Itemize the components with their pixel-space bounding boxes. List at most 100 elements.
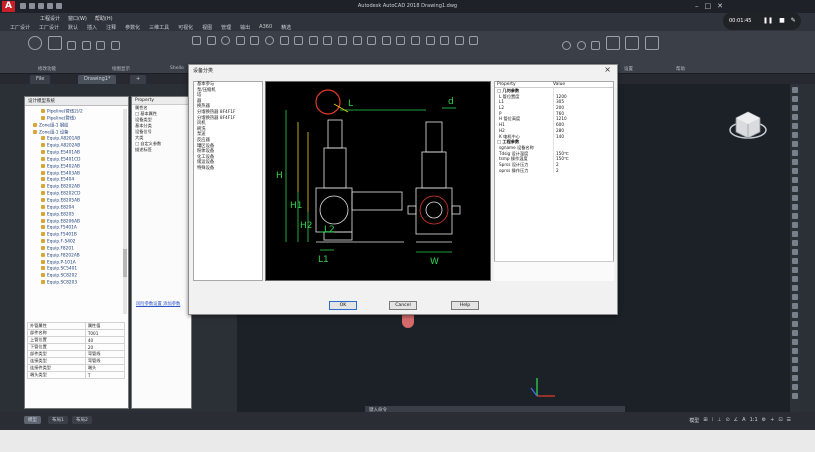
tree-item[interactable]: Equip.E8206AB bbox=[27, 218, 125, 226]
tree-item[interactable]: Equip.E5401CD bbox=[27, 156, 125, 164]
prop-value-cell[interactable]: 弯管线 bbox=[84, 350, 126, 358]
tool-icon[interactable] bbox=[206, 36, 216, 45]
layout-icon[interactable] bbox=[644, 36, 659, 50]
status-toggle[interactable]: 模型 bbox=[689, 417, 699, 424]
tool-icon[interactable] bbox=[792, 294, 798, 300]
scale-dropdown[interactable]: 1:1 bbox=[750, 417, 758, 424]
ribbon-tab[interactable]: 精选 bbox=[281, 24, 291, 31]
viewcube-icon[interactable] bbox=[728, 106, 768, 146]
tool-icon[interactable] bbox=[792, 132, 798, 138]
tab-layout2[interactable]: 布局2 bbox=[72, 416, 92, 424]
tool-icon[interactable] bbox=[792, 213, 798, 219]
tool-icon[interactable] bbox=[792, 339, 798, 345]
tree-item[interactable]: Equip.E8205AB bbox=[27, 197, 125, 205]
tab-file[interactable]: File bbox=[30, 75, 51, 84]
annotation-icon[interactable]: A bbox=[742, 417, 745, 424]
tool-icon[interactable] bbox=[792, 222, 798, 228]
pen-icon[interactable]: ✎ bbox=[791, 17, 796, 24]
tool-icon[interactable] bbox=[792, 276, 798, 282]
close-icon[interactable]: × bbox=[604, 65, 611, 74]
tool-icon[interactable] bbox=[192, 36, 201, 45]
tool-icon[interactable] bbox=[792, 267, 798, 273]
prop-value-cell[interactable]: 端头 bbox=[84, 364, 126, 372]
tool-icon[interactable] bbox=[352, 36, 362, 45]
tool-icon[interactable] bbox=[591, 41, 601, 50]
gear-icon[interactable]: ⚙ bbox=[762, 417, 766, 424]
tree-item[interactable]: Equip.E5404 bbox=[27, 177, 125, 184]
category-list-item[interactable]: 特殊设备 bbox=[194, 166, 262, 172]
ribbon-tab[interactable]: A360 bbox=[259, 24, 272, 31]
layout-icon[interactable] bbox=[605, 36, 620, 50]
category-list[interactable]: 基本参与 泵/压缩机塔器换热器 分馏换热器 8F4F1F 分馏换热器 8F4F1F 风机… bbox=[193, 81, 263, 281]
tool-icon[interactable] bbox=[792, 375, 798, 381]
tool-icon[interactable] bbox=[221, 36, 231, 45]
tree-item[interactable]: Equip.F8201 bbox=[27, 245, 125, 253]
tree-item[interactable]: Equip.E5401AB bbox=[27, 150, 125, 157]
tool-icon[interactable] bbox=[792, 303, 798, 309]
tool-icon[interactable] bbox=[792, 159, 798, 165]
tool-icon[interactable] bbox=[792, 285, 798, 291]
tree-item[interactable]: Equip.F8202AB bbox=[27, 252, 125, 260]
tool-icon[interactable] bbox=[792, 321, 798, 327]
tool-icon[interactable] bbox=[792, 141, 798, 147]
prop-value-cell[interactable]: 40 bbox=[84, 336, 126, 344]
circle-tool-icon[interactable] bbox=[28, 36, 42, 50]
ribbon-tab[interactable]: 管理 bbox=[221, 24, 231, 31]
ribbon-tab[interactable]: 插入 bbox=[87, 24, 97, 31]
tree-item[interactable]: Zone组-1 钢结 bbox=[27, 122, 125, 130]
tree-item[interactable]: Equip.A8202AB bbox=[27, 143, 125, 150]
tree-item[interactable]: Equip.E5403AB bbox=[27, 170, 125, 178]
tool-icon[interactable] bbox=[294, 36, 304, 45]
tool-icon[interactable] bbox=[279, 36, 289, 45]
prop-value-cell[interactable]: 属性值 bbox=[84, 322, 126, 330]
property-row[interactable]: 描述标签 bbox=[132, 147, 191, 153]
help-button[interactable]: Help bbox=[451, 301, 479, 310]
tool-icon[interactable] bbox=[440, 36, 450, 45]
tree-item[interactable]: Equip.E8205 bbox=[27, 211, 125, 219]
ribbon-tab[interactable]: 注释 bbox=[106, 24, 116, 31]
menu-item[interactable]: 窗口(W) bbox=[68, 15, 87, 22]
tool-icon[interactable] bbox=[792, 114, 798, 120]
grid-icon[interactable]: ⊞ bbox=[703, 417, 707, 424]
tree-item[interactable]: Zone组-1 设备 bbox=[27, 129, 125, 137]
ortho-icon[interactable]: ⊥ bbox=[717, 417, 721, 424]
tree-item[interactable]: Equip.F-5402 bbox=[27, 239, 125, 246]
ribbon-tab[interactable]: 工厂设计 bbox=[39, 24, 59, 31]
tool-icon[interactable] bbox=[792, 168, 798, 174]
prop-value-cell[interactable]: T001 bbox=[84, 329, 126, 337]
pause-icon[interactable]: ❚❚ bbox=[763, 17, 773, 24]
tool-icon[interactable] bbox=[792, 123, 798, 129]
tool-icon[interactable] bbox=[425, 36, 435, 45]
tool-icon[interactable] bbox=[792, 393, 798, 399]
prop-value-cell[interactable]: 20 bbox=[84, 343, 126, 351]
ribbon-tab[interactable]: 工厂设计 bbox=[10, 24, 30, 31]
add-parameter-link[interactable]: 风险参数设置 添加参数 bbox=[136, 301, 180, 307]
scrollbar-thumb[interactable] bbox=[123, 249, 127, 277]
tool-icon[interactable] bbox=[792, 186, 798, 192]
gear-icon[interactable] bbox=[576, 41, 586, 50]
gear-icon[interactable] bbox=[562, 41, 571, 50]
tool-icon[interactable] bbox=[67, 41, 77, 50]
tool-icon[interactable] bbox=[235, 36, 245, 45]
tool-icon[interactable] bbox=[308, 36, 318, 45]
tree-item[interactable]: Equip.P-101A bbox=[27, 259, 125, 267]
ribbon-tab[interactable]: 输出 bbox=[240, 24, 250, 31]
tool-icon[interactable] bbox=[367, 36, 377, 45]
tree-item[interactable]: Equip.SC5401 bbox=[27, 266, 125, 273]
ribbon-tab[interactable]: 三维工具 bbox=[149, 24, 169, 31]
tool-icon[interactable] bbox=[337, 36, 347, 45]
tool-icon[interactable] bbox=[454, 36, 464, 45]
tool-icon[interactable] bbox=[792, 240, 798, 246]
tree-item[interactable]: Equip.E8202CD bbox=[27, 191, 125, 198]
tool-icon[interactable] bbox=[396, 36, 406, 45]
tree-item[interactable]: Equip.SC8203 bbox=[27, 280, 125, 287]
tree-item[interactable]: Equip.SC8202 bbox=[27, 273, 125, 280]
minimize-icon[interactable]: – bbox=[695, 2, 699, 10]
fullscreen-icon[interactable]: ⊡ bbox=[778, 417, 782, 424]
tool-icon[interactable] bbox=[792, 312, 798, 318]
tool-icon[interactable] bbox=[81, 41, 91, 50]
tree-item[interactable]: Equip.A8201AB bbox=[27, 136, 125, 143]
snap-icon[interactable]: ⁞ bbox=[712, 417, 714, 424]
tree-item[interactable]: Equip.E5402AB bbox=[27, 163, 125, 171]
maximize-icon[interactable]: □ bbox=[705, 2, 712, 10]
